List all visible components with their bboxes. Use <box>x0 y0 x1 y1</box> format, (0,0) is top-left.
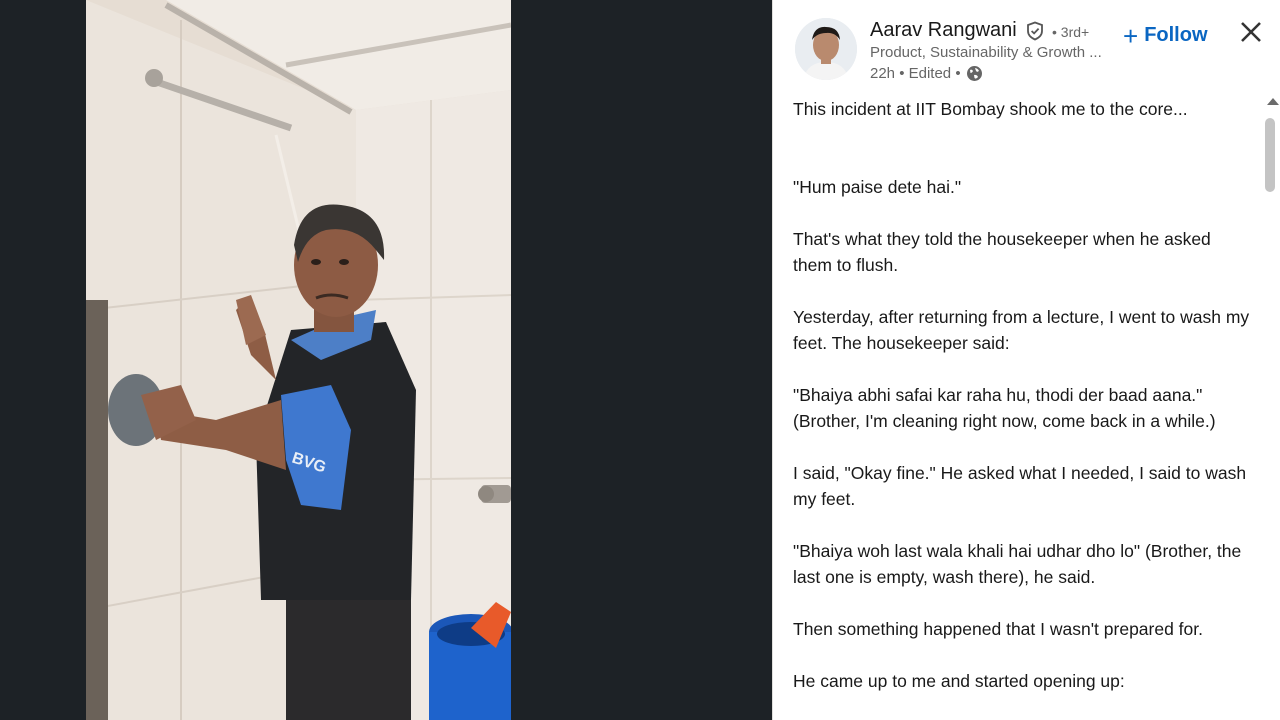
connection-degree: • 3rd+ <box>1052 24 1090 40</box>
scroll-up-arrow-icon[interactable] <box>1267 98 1279 105</box>
post-paragraph: Then something happened that I wasn't pr… <box>793 619 1204 639</box>
post-paragraph: I said, "Okay fine." He asked what I nee… <box>793 463 1247 509</box>
post-detail-panel: Aarav Rangwani • 3rd+ Product, Sustainab… <box>772 0 1280 720</box>
post-meta: 22h • Edited • <box>870 65 983 82</box>
scrollbar-thumb[interactable] <box>1265 118 1275 192</box>
post-paragraph: "Bhaiya woh last wala khali hai udhar dh… <box>793 541 1242 587</box>
follow-button[interactable]: + Follow <box>1123 20 1208 51</box>
post-paragraph: "Bhaiya abhi safai kar raha hu, thodi de… <box>793 385 1216 431</box>
close-icon[interactable] <box>1237 18 1265 46</box>
media-viewer: BVG <box>0 0 772 720</box>
post-header: Aarav Rangwani • 3rd+ Product, Sustainab… <box>773 0 1280 92</box>
author-headline: Product, Sustainability & Growth ... <box>870 44 1102 61</box>
post-paragraph: "Hum paise dete hai." <box>793 177 962 197</box>
avatar[interactable] <box>795 18 857 80</box>
post-paragraph: He came up to me and started opening up: <box>793 671 1125 691</box>
plus-icon: + <box>1123 20 1139 51</box>
scrollbar[interactable] <box>1263 98 1279 720</box>
post-photo[interactable]: BVG <box>86 0 511 720</box>
verified-shield-icon <box>1027 21 1043 41</box>
photo-illustration: BVG <box>86 0 511 720</box>
avatar-image <box>795 18 857 80</box>
globe-icon <box>966 66 982 81</box>
post-paragraph: That's what they told the housekeeper wh… <box>793 229 1211 275</box>
post-paragraph: This incident at IIT Bombay shook me to … <box>793 99 1188 119</box>
follow-label: Follow <box>1144 24 1208 46</box>
post-timestamp: 22h • Edited • <box>870 65 961 82</box>
author-name[interactable]: Aarav Rangwani <box>870 19 1017 42</box>
post-body-text: This incident at IIT Bombay shook me to … <box>793 96 1253 720</box>
post-paragraph: Yesterday, after returning from a lectur… <box>793 307 1250 353</box>
